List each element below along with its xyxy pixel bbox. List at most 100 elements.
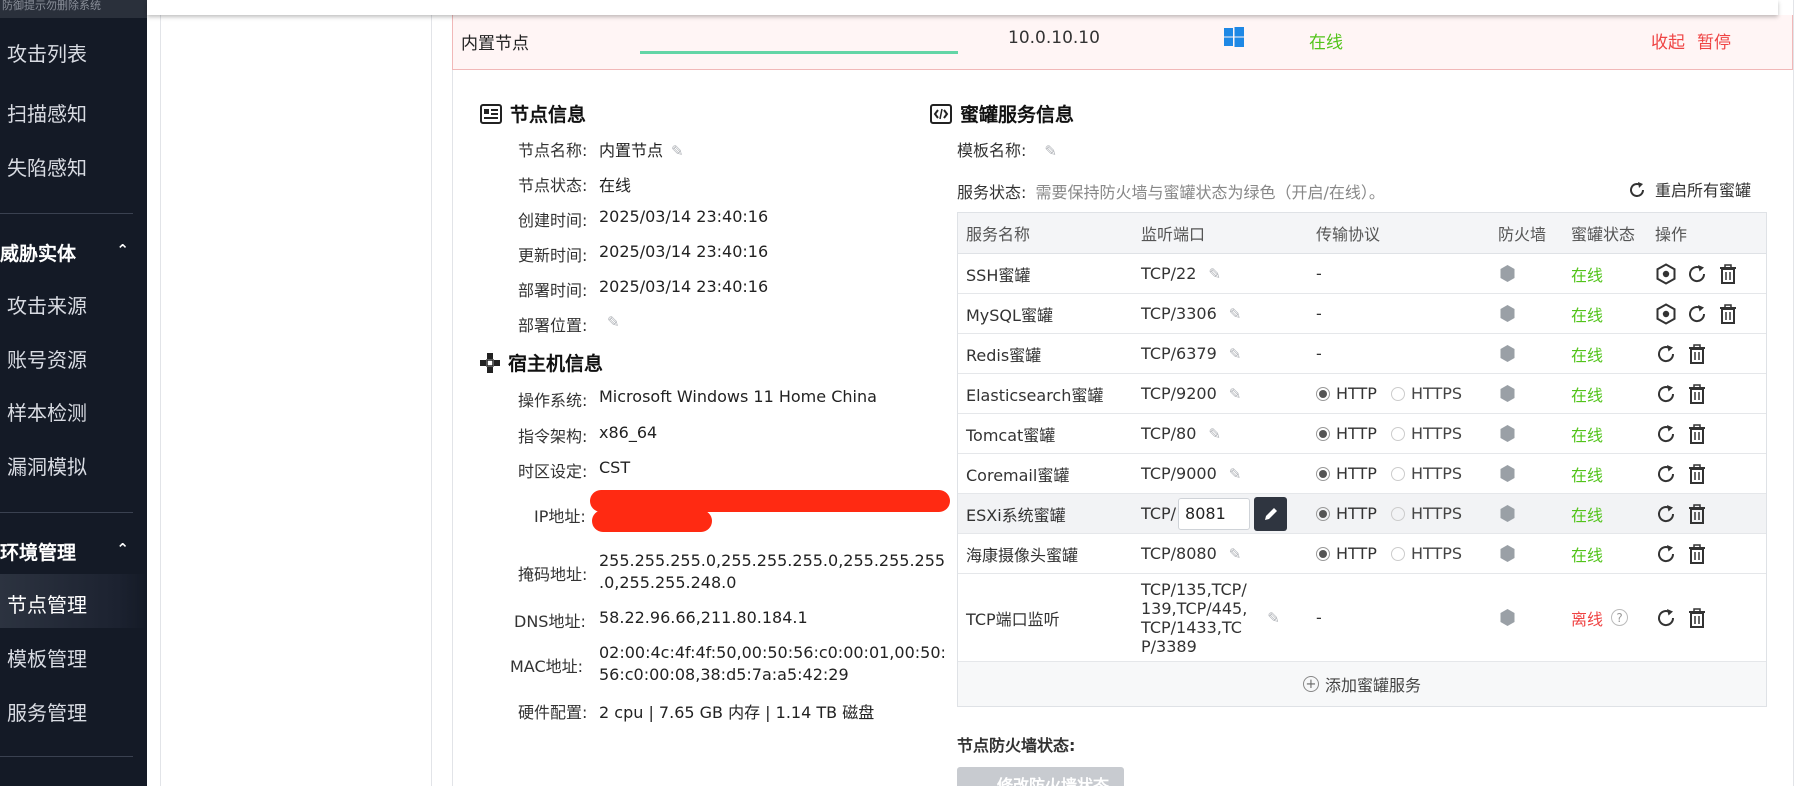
collapse-link[interactable]: 收起: [1651, 28, 1685, 53]
pencil-icon[interactable]: ✎: [1229, 345, 1242, 363]
help-icon[interactable]: ?: [1611, 609, 1629, 626]
field-label: 节点名称:: [518, 141, 588, 160]
radio-http[interactable]: [1316, 466, 1330, 481]
port-multiline: TCP/135,TCP/139,TCP/445, TCP/1433,TC P/338…: [1141, 580, 1247, 656]
radio-http[interactable]: [1316, 546, 1330, 561]
proto-https-label: HTTPS: [1410, 464, 1463, 483]
pencil-icon[interactable]: ✎: [1044, 142, 1057, 160]
pencil-icon[interactable]: ✎: [1229, 545, 1242, 563]
pencil-icon[interactable]: ✎: [1229, 385, 1242, 403]
port-value: TCP/8080: [1141, 544, 1217, 563]
port-line: P/3389: [1141, 636, 1197, 656]
firewall-icon: [1499, 414, 1516, 453]
proto-value: -: [1316, 344, 1322, 363]
mask-value-cont: .0,255.255.248.0: [599, 573, 737, 592]
honeypot-status: 离线: [1571, 609, 1604, 629]
firewall-status-label: 节点防火墙状态:: [957, 736, 1076, 755]
delete-icon[interactable]: [1686, 543, 1708, 565]
restart-icon[interactable]: [1655, 543, 1677, 565]
pencil-icon[interactable]: ✎: [1208, 265, 1221, 283]
sidebar-group-label: 环境管理: [0, 542, 77, 564]
node-status-value: 在线: [599, 176, 632, 195]
table-row: TCP端口监听 TCP/135,TCP/139,TCP/445, TCP/1433,…: [958, 574, 1766, 662]
modify-firewall-button[interactable]: 修改防火墙状态: [957, 767, 1124, 786]
sidebar-group-threat[interactable]: 威胁实体 ⌃: [0, 239, 147, 266]
sidebar-item-account-resource[interactable]: 账号资源: [7, 344, 87, 373]
sidebar-divider: [0, 512, 133, 513]
status-cell: 在线: [1571, 254, 1603, 293]
sidebar-item-sample-detect[interactable]: 样本检测: [7, 397, 87, 426]
sidebar-item-template-manage[interactable]: 模板管理: [7, 643, 87, 672]
sidebar-item-vuln-sim[interactable]: 漏洞模拟: [7, 451, 87, 480]
restart-icon[interactable]: [1686, 263, 1708, 285]
restart-icon[interactable]: [1686, 303, 1708, 325]
status-cell: 在线: [1571, 334, 1603, 373]
field-label: MAC地址:: [510, 657, 584, 676]
restart-icon[interactable]: [1655, 463, 1677, 485]
confirm-edit-button[interactable]: [1254, 496, 1288, 531]
sidebar-item-service-manage[interactable]: 服务管理: [7, 697, 87, 726]
stop-icon[interactable]: [1655, 262, 1677, 285]
sidebar-item-compromise-sense[interactable]: 失陷感知: [7, 152, 87, 181]
pencil-icon[interactable]: ✎: [1267, 609, 1280, 627]
sidebar-group-env[interactable]: 环境管理 ⌃: [0, 538, 147, 565]
restart-all-button[interactable]: 重启所有蜜罐: [1627, 177, 1751, 201]
delete-icon[interactable]: [1717, 263, 1739, 285]
node-load-bar: [640, 51, 958, 54]
honeypot-status: 在线: [1571, 345, 1604, 365]
port-value: TCP/9000: [1141, 464, 1217, 483]
restart-icon[interactable]: [1655, 607, 1677, 629]
restart-icon[interactable]: [1655, 383, 1677, 405]
pencil-icon[interactable]: ✎: [607, 313, 620, 331]
service-name: 海康摄像头蜜罐: [966, 545, 1079, 565]
port-cell: TCP/9000 ✎: [1141, 454, 1241, 493]
sidebar-item-node-manage[interactable]: 节点管理: [7, 589, 87, 618]
radio-https[interactable]: [1390, 426, 1405, 441]
stop-icon[interactable]: [1655, 302, 1677, 325]
radio-http[interactable]: [1316, 506, 1330, 521]
sidebar-item-scan-sense[interactable]: 扫描感知: [7, 98, 87, 127]
pause-link[interactable]: 暂停: [1697, 28, 1731, 53]
radio-https[interactable]: [1390, 386, 1405, 401]
radio-http[interactable]: [1316, 426, 1330, 441]
restart-icon[interactable]: [1655, 343, 1677, 365]
pencil-icon[interactable]: ✎: [1208, 425, 1221, 443]
radio-http[interactable]: [1316, 386, 1330, 401]
dns-value: 58.22.96.66,211.80.184.1: [599, 608, 808, 627]
radio-https[interactable]: [1390, 506, 1405, 521]
table-header: 服务名称 监听端口 传输协议 防火墙 蜜罐状态 操作: [958, 213, 1766, 254]
ops-cell: [1655, 294, 1748, 333]
radio-https[interactable]: [1390, 466, 1405, 481]
pencil-icon[interactable]: ✎: [1229, 305, 1242, 323]
status-cell: 在线: [1571, 374, 1603, 413]
pencil-icon[interactable]: ✎: [671, 142, 684, 160]
ops-cell: [1655, 574, 1717, 661]
field-label: DNS地址:: [514, 612, 586, 631]
add-service-button[interactable]: + 添加蜜罐服务: [958, 662, 1766, 706]
sidebar-divider: [0, 756, 133, 757]
delete-icon[interactable]: [1717, 303, 1739, 325]
restart-icon[interactable]: [1655, 503, 1677, 525]
sidebar-item-attack-source[interactable]: 攻击来源: [7, 290, 87, 319]
sidebar-item-attack-list[interactable]: 攻击列表: [7, 38, 87, 67]
delete-icon[interactable]: [1686, 503, 1708, 525]
pencil-icon[interactable]: ✎: [1229, 465, 1242, 483]
delete-icon[interactable]: [1686, 423, 1708, 445]
proto-cell: -: [1316, 254, 1322, 293]
os-value: Microsoft Windows 11 Home China: [599, 387, 877, 406]
column-header: 操作: [1655, 225, 1688, 244]
restart-icon[interactable]: [1655, 423, 1677, 445]
refresh-icon: [1630, 182, 1644, 197]
node-status: 在线: [1309, 33, 1343, 53]
chevron-up-icon: ⌃: [116, 241, 129, 259]
delete-icon[interactable]: [1686, 383, 1708, 405]
port-input[interactable]: 8081: [1178, 497, 1251, 530]
delete-icon[interactable]: [1686, 343, 1708, 365]
delete-icon[interactable]: [1686, 607, 1708, 629]
proto-https-label: HTTPS: [1410, 384, 1463, 403]
field-label: 更新时间:: [518, 246, 588, 265]
node-row[interactable]: 内置节点 10.0.10.10 在线 收起 暂停: [452, 15, 1793, 70]
delete-icon[interactable]: [1686, 463, 1708, 485]
table-row: Elasticsearch蜜罐 TCP/9200 ✎ HTTP HTTPS 在线: [958, 374, 1766, 414]
radio-https[interactable]: [1390, 546, 1405, 561]
